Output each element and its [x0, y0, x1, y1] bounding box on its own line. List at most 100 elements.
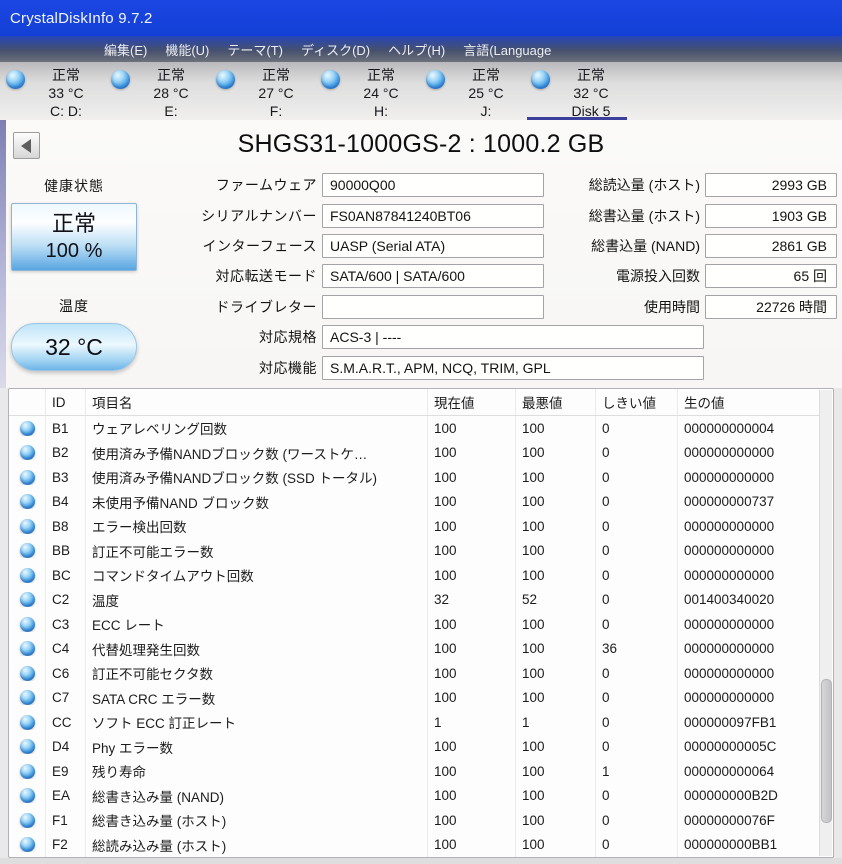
cell-threshold: 0	[595, 686, 677, 711]
field-value: SATA/600 | SATA/600	[322, 264, 544, 288]
cell-threshold: 0	[595, 808, 677, 833]
table-row[interactable]: BCコマンドタイムアウト回数1001000000000000000	[9, 563, 819, 588]
cell-current-value: 100	[427, 686, 515, 711]
disk-tab-status: 正常	[27, 67, 105, 84]
cell-current-value: 100	[427, 759, 515, 784]
cell-worst-value: 100	[515, 735, 595, 760]
menu-edit[interactable]: 編集(E)	[95, 37, 156, 62]
table-row[interactable]: C4代替処理発生回数10010036000000000000	[9, 637, 819, 662]
table-row[interactable]: BB訂正不可能エラー数1001000000000000000	[9, 539, 819, 564]
cell-attribute-name: エラー検出回数	[85, 514, 427, 539]
cell-id: C4	[45, 637, 85, 662]
cell-attribute-name: ソフト ECC 訂正レート	[85, 710, 427, 735]
attribute-status-cell	[9, 715, 45, 730]
field-label: 総読込量 (ホスト)	[543, 175, 705, 195]
attribute-status-cell	[9, 739, 45, 754]
menu-help[interactable]: ヘルプ(H)	[379, 37, 454, 62]
disk-tab-text: 正常27 °CF:	[237, 67, 315, 120]
disk-status-icon	[6, 70, 25, 89]
cell-threshold: 0	[595, 563, 677, 588]
cell-worst-value: 100	[515, 833, 595, 858]
table-row[interactable]: C2温度32520001400340020	[9, 588, 819, 613]
menu-disk[interactable]: ディスク(D)	[292, 37, 379, 62]
cell-threshold: 36	[595, 637, 677, 662]
disk-tab-j[interactable]: 正常25 °CJ:	[420, 62, 525, 120]
drive-info-panel: SHGS31-1000GS-2 : 1000.2 GB 健康状態 正常 100 …	[0, 120, 842, 388]
header-id[interactable]: ID	[45, 389, 85, 415]
cell-current-value: 100	[427, 465, 515, 490]
menu-language[interactable]: 言語(Language	[454, 37, 560, 62]
attribute-status-icon	[20, 715, 35, 730]
table-row[interactable]: B3使用済み予備NANDブロック数 (SSD トータル)100100000000…	[9, 465, 819, 490]
table-row[interactable]: B4未使用予備NAND ブロック数1001000000000000737	[9, 490, 819, 515]
disk-tab-temperature: 24 °C	[342, 84, 420, 102]
attribute-status-icon	[20, 568, 35, 583]
field-value: 2861 GB	[705, 234, 837, 258]
cell-id: B2	[45, 441, 85, 466]
table-row[interactable]: D4Phy エラー数100100000000000005C	[9, 735, 819, 760]
disk-tab-text: 正常25 °CJ:	[447, 67, 525, 120]
table-row[interactable]: B1ウェアレベリング回数1001000000000000004	[9, 416, 819, 441]
table-row[interactable]: F2総読み込み量 (ホスト)1001000000000000BB1	[9, 833, 819, 858]
disk-tab-e[interactable]: 正常28 °CE:	[105, 62, 210, 120]
table-row[interactable]: E9残り寿命1001001000000000064	[9, 759, 819, 784]
cell-worst-value: 100	[515, 808, 595, 833]
cell-attribute-name: 未使用予備NAND ブロック数	[85, 490, 427, 515]
cell-attribute-name: 総書き込み量 (ホスト)	[85, 808, 427, 833]
cell-worst-value: 1	[515, 710, 595, 735]
cell-id: F1	[45, 808, 85, 833]
header-threshold[interactable]: しきい値	[595, 389, 677, 415]
disk-tab-temperature: 28 °C	[132, 84, 210, 102]
disk-tab-f[interactable]: 正常27 °CF:	[210, 62, 315, 120]
attribute-status-icon	[20, 690, 35, 705]
cell-attribute-name: 使用済み予備NANDブロック数 (SSD トータル)	[85, 465, 427, 490]
cell-raw-value: 000000000000	[677, 612, 819, 637]
table-row[interactable]: C3ECC レート1001000000000000000	[9, 612, 819, 637]
disk-tab-status: 正常	[132, 67, 210, 84]
cell-id: F2	[45, 833, 85, 858]
header-attribute-name[interactable]: 項目名	[85, 389, 427, 415]
table-row[interactable]: CCソフト ECC 訂正レート110000000097FB1	[9, 710, 819, 735]
field-value: 2993 GB	[705, 173, 837, 197]
disk-tab-h[interactable]: 正常24 °CH:	[315, 62, 420, 120]
table-row[interactable]: C7SATA CRC エラー数1001000000000000000	[9, 686, 819, 711]
disk-tab-disk5[interactable]: 正常32 °CDisk 5	[525, 62, 630, 120]
table-row[interactable]: F1総書き込み量 (ホスト)100100000000000076F	[9, 808, 819, 833]
table-row[interactable]: B8エラー検出回数1001000000000000000	[9, 514, 819, 539]
header-current-value[interactable]: 現在値	[427, 389, 515, 415]
menu-function[interactable]: 機能(U)	[156, 37, 218, 62]
attribute-status-cell	[9, 788, 45, 803]
menu-theme[interactable]: テーマ(T)	[218, 37, 292, 62]
cell-attribute-name: 使用済み予備NANDブロック数 (ワーストケ…	[85, 441, 427, 466]
scrollbar-thumb[interactable]	[821, 679, 832, 823]
temperature-button[interactable]: 32 °C	[11, 323, 137, 371]
cell-threshold: 1	[595, 759, 677, 784]
header-raw-value[interactable]: 生の値	[677, 389, 819, 415]
table-row[interactable]: B2使用済み予備NANDブロック数 (ワーストケ…100100000000000…	[9, 441, 819, 466]
attribute-status-cell	[9, 813, 45, 828]
attribute-status-icon	[20, 788, 35, 803]
field-row: 電源投入回数65 回	[543, 261, 837, 291]
header-worst-value[interactable]: 最悪値	[515, 389, 595, 415]
health-status-button[interactable]: 正常 100 %	[11, 203, 137, 271]
attribute-status-icon	[20, 837, 35, 852]
disk-status-icon	[531, 70, 550, 89]
field-row: 対応規格ACS-3 | ----	[182, 322, 712, 352]
cell-worst-value: 100	[515, 441, 595, 466]
field-value: 22726 時間	[705, 295, 837, 319]
attribute-status-icon	[20, 519, 35, 534]
cell-threshold: 0	[595, 465, 677, 490]
field-row: 総読込量 (ホスト)2993 GB	[543, 170, 837, 200]
disk-tab-c-d[interactable]: 正常33 °CC: D:	[0, 62, 105, 120]
table-row[interactable]: EA総書き込み量 (NAND)1001000000000000B2D	[9, 784, 819, 809]
cell-id: C2	[45, 588, 85, 613]
left-accent-strip	[0, 120, 6, 388]
cell-current-value: 100	[427, 563, 515, 588]
table-row[interactable]: C6訂正不可能セクタ数1001000000000000000	[9, 661, 819, 686]
attribute-status-cell	[9, 837, 45, 852]
table-scrollbar[interactable]	[819, 390, 832, 856]
cell-current-value: 100	[427, 833, 515, 858]
health-percent-value: 100 %	[46, 238, 103, 264]
attribute-status-icon	[20, 445, 35, 460]
cell-worst-value: 100	[515, 686, 595, 711]
